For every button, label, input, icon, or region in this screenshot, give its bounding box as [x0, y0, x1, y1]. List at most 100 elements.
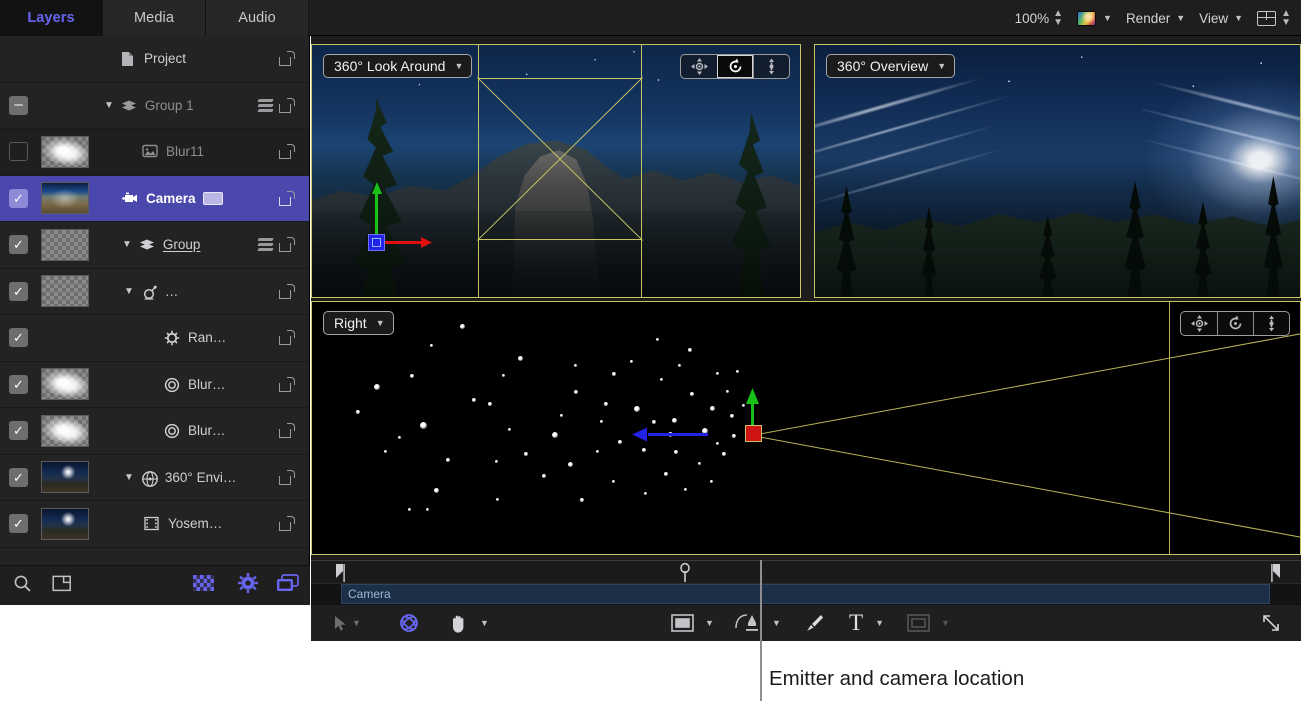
chevron-down-icon[interactable]: ▼ — [941, 618, 950, 628]
lock-icon[interactable] — [279, 330, 295, 345]
emitter-camera-gizmo[interactable] — [710, 387, 800, 457]
new-group-icon[interactable] — [52, 574, 73, 598]
viewport-360-look-around[interactable]: 360° Look Around ▼ — [311, 44, 801, 298]
layer-enable-checkbox[interactable]: ✓ — [9, 328, 28, 347]
layer-row-group-1[interactable]: – ▼ Group 1 — [0, 83, 309, 130]
layer-enable-checkbox[interactable]: – — [9, 96, 28, 115]
layer-row-emitter[interactable]: ✓ ▼ … — [0, 269, 309, 316]
layer-enable-checkbox[interactable] — [9, 142, 28, 161]
viewport-360-overview[interactable]: 360° Overview ▼ — [814, 44, 1301, 298]
select-tool[interactable]: ▼ — [334, 615, 361, 632]
text-tool[interactable]: T ▼ — [849, 613, 884, 633]
layer-row-blur11[interactable]: Blur11 — [0, 129, 309, 176]
lock-icon[interactable] — [279, 51, 295, 66]
paint-brush-tool[interactable] — [804, 613, 824, 633]
layer-row-blur-b[interactable]: ✓ Blur… — [0, 408, 309, 455]
lock-icon[interactable] — [279, 191, 295, 206]
viewport-camera-menu-top-left[interactable]: 360° Look Around ▼ — [323, 54, 472, 78]
camera-transform-gizmo[interactable] — [367, 183, 477, 253]
orbit-icon[interactable] — [717, 55, 753, 78]
gizmo-center-handle[interactable] — [745, 425, 762, 442]
layer-row-blur-a[interactable]: ✓ Blur… — [0, 362, 309, 409]
hand-pan-tool[interactable]: ▼ — [448, 613, 489, 634]
layer-row-camera[interactable]: ✓ Camera — [0, 176, 309, 223]
disclosure-triangle-icon[interactable]: ▼ — [124, 286, 134, 297]
layer-enable-checkbox[interactable]: ✓ — [9, 514, 28, 533]
chevron-down-icon[interactable]: ▼ — [480, 618, 489, 628]
timeline-track-camera[interactable]: Camera — [341, 584, 1270, 604]
disclosure-triangle-icon[interactable]: ▼ — [122, 239, 132, 250]
dolly-icon[interactable] — [1253, 312, 1289, 335]
viewport-right-ortho[interactable]: Right ▼ — [311, 301, 1301, 555]
layer-row-360-environment[interactable]: ✓ ▼ 360° Envi… — [0, 455, 309, 502]
gear-icon[interactable] — [238, 573, 258, 598]
orbit-icon[interactable] — [1217, 312, 1253, 335]
gizmo-x-axis[interactable] — [384, 241, 424, 244]
group-stack-icon — [258, 238, 274, 251]
search-icon[interactable] — [13, 574, 32, 598]
layer-enable-checkbox[interactable]: ✓ — [9, 189, 28, 208]
viewport-controls-top-left — [680, 54, 790, 79]
gizmo-x-arrow-icon[interactable] — [631, 426, 650, 443]
checkerboard-icon[interactable] — [193, 575, 214, 596]
view-menu[interactable]: View ▼ — [1199, 0, 1243, 36]
lock-icon[interactable] — [279, 237, 295, 252]
pan-icon[interactable] — [681, 55, 717, 78]
zoom-stepper-icon[interactable]: ▲▼ — [1053, 9, 1063, 27]
bezier-pen-tool[interactable]: ▼ — [735, 612, 781, 634]
disclosure-triangle-icon[interactable]: ▼ — [124, 472, 134, 483]
gizmo-x-axis[interactable] — [648, 433, 708, 436]
gizmo-y-arrow-icon[interactable] — [369, 181, 385, 197]
chevron-down-icon[interactable]: ▼ — [772, 618, 781, 628]
layer-name: Yosem… — [168, 516, 222, 531]
duplicate-icon[interactable] — [276, 574, 299, 598]
render-menu[interactable]: Render ▼ — [1126, 0, 1185, 36]
layer-name: Group 1 — [145, 98, 194, 113]
layout-menu[interactable]: ▲▼ — [1257, 0, 1291, 36]
layer-thumbnail — [41, 275, 89, 307]
dolly-icon[interactable] — [753, 55, 789, 78]
layer-row-random[interactable]: ✓ Ran… — [0, 315, 309, 362]
layer-row-project[interactable]: Project — [0, 36, 309, 83]
chevron-down-icon[interactable]: ▼ — [705, 618, 714, 628]
tab-layers[interactable]: Layers — [0, 0, 103, 36]
gizmo-x-arrow-icon[interactable] — [419, 235, 433, 250]
chevron-down-icon[interactable]: ▼ — [352, 618, 361, 628]
lock-icon[interactable] — [279, 423, 295, 438]
layer-enable-checkbox[interactable]: ✓ — [9, 282, 28, 301]
gizmo-y-arrow-icon[interactable] — [744, 387, 761, 407]
layer-enable-checkbox[interactable]: ✓ — [9, 468, 28, 487]
layers-panel: Project – ▼ Group 1 — [0, 36, 310, 605]
chevron-down-icon[interactable]: ▼ — [875, 618, 884, 628]
group-layers-icon — [121, 98, 138, 113]
gizmo-y-axis[interactable] — [375, 193, 378, 237]
pan-icon[interactable] — [1181, 312, 1217, 335]
lock-icon[interactable] — [279, 516, 295, 531]
shape-tool[interactable]: ▼ — [671, 614, 714, 632]
color-channel-control[interactable]: ▼ — [1077, 0, 1112, 36]
lock-icon[interactable] — [279, 144, 295, 159]
timeline-ruler[interactable] — [311, 560, 1301, 584]
layer-enable-checkbox[interactable]: ✓ — [9, 421, 28, 440]
viewport-camera-menu-bottom[interactable]: Right ▼ — [323, 311, 394, 335]
lock-icon[interactable] — [279, 470, 295, 485]
disclosure-triangle-icon[interactable]: ▼ — [104, 100, 114, 111]
mask-rect-icon — [907, 614, 930, 632]
tab-media[interactable]: Media — [103, 0, 206, 36]
tab-audio[interactable]: Audio — [206, 0, 309, 36]
lock-icon[interactable] — [279, 377, 295, 392]
top-bar-right-controls: 100% ▲▼ ▼ Render ▼ View ▼ ▲▼ — [1015, 0, 1293, 36]
layer-row-yosemite[interactable]: ✓ Yosem… — [0, 501, 309, 548]
layer-enable-checkbox[interactable]: ✓ — [9, 235, 28, 254]
gizmo-center-handle[interactable] — [368, 234, 385, 251]
viewport-camera-menu-top-right[interactable]: 360° Overview ▼ — [826, 54, 955, 78]
layer-enable-checkbox[interactable]: ✓ — [9, 375, 28, 394]
mask-tool[interactable]: ▼ — [907, 614, 950, 632]
layer-row-group[interactable]: ✓ ▼ Group — [0, 222, 309, 269]
lock-icon[interactable] — [279, 98, 295, 113]
3d-transform-tool[interactable] — [397, 611, 421, 635]
resize-handle[interactable] — [1261, 613, 1281, 633]
lock-icon[interactable] — [279, 284, 295, 299]
layout-stepper-icon[interactable]: ▲▼ — [1281, 9, 1291, 27]
zoom-level-control[interactable]: 100% ▲▼ — [1015, 0, 1063, 36]
